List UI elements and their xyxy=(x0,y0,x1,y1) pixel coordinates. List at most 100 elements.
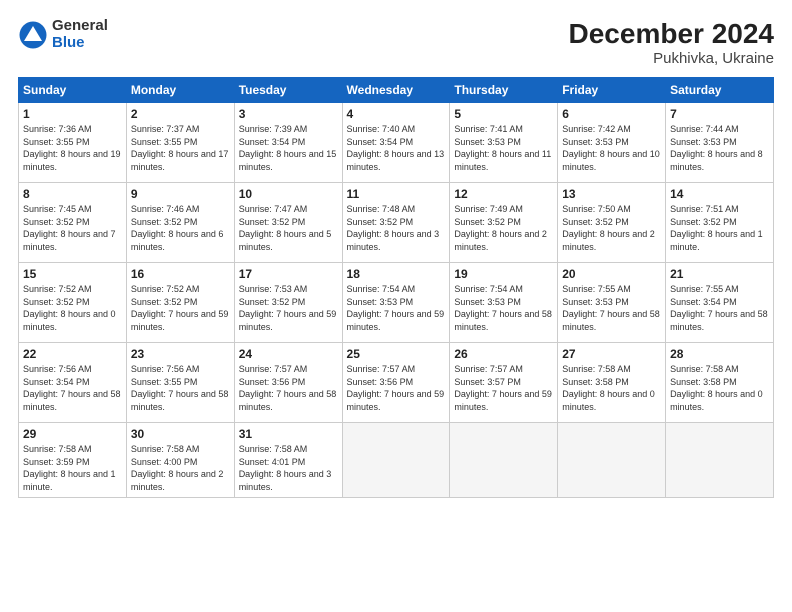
col-wednesday: Wednesday xyxy=(342,78,450,103)
day-info: Sunrise: 7:46 AM Sunset: 3:52 PM Dayligh… xyxy=(131,203,230,253)
calendar-cell: 25 Sunrise: 7:57 AM Sunset: 3:56 PM Dayl… xyxy=(342,343,450,423)
calendar-cell: 15 Sunrise: 7:52 AM Sunset: 3:52 PM Dayl… xyxy=(19,263,127,343)
title-block: December 2024 Pukhivka, Ukraine xyxy=(569,18,774,67)
day-number: 9 xyxy=(131,187,230,201)
day-number: 4 xyxy=(347,107,446,121)
calendar-cell: 8 Sunrise: 7:45 AM Sunset: 3:52 PM Dayli… xyxy=(19,183,127,263)
calendar-cell: 18 Sunrise: 7:54 AM Sunset: 3:53 PM Dayl… xyxy=(342,263,450,343)
col-monday: Monday xyxy=(126,78,234,103)
day-number: 1 xyxy=(23,107,122,121)
day-info: Sunrise: 7:54 AM Sunset: 3:53 PM Dayligh… xyxy=(454,283,553,333)
col-friday: Friday xyxy=(558,78,666,103)
day-number: 2 xyxy=(131,107,230,121)
calendar-cell: 29 Sunrise: 7:58 AM Sunset: 3:59 PM Dayl… xyxy=(19,423,127,498)
calendar-cell: 12 Sunrise: 7:49 AM Sunset: 3:52 PM Dayl… xyxy=(450,183,558,263)
day-number: 26 xyxy=(454,347,553,361)
day-number: 20 xyxy=(562,267,661,281)
day-number: 30 xyxy=(131,427,230,441)
day-info: Sunrise: 7:58 AM Sunset: 3:58 PM Dayligh… xyxy=(562,363,661,413)
calendar-cell: 10 Sunrise: 7:47 AM Sunset: 3:52 PM Dayl… xyxy=(234,183,342,263)
day-info: Sunrise: 7:40 AM Sunset: 3:54 PM Dayligh… xyxy=(347,123,446,173)
day-info: Sunrise: 7:42 AM Sunset: 3:53 PM Dayligh… xyxy=(562,123,661,173)
day-number: 19 xyxy=(454,267,553,281)
day-number: 22 xyxy=(23,347,122,361)
calendar-cell: 2 Sunrise: 7:37 AM Sunset: 3:55 PM Dayli… xyxy=(126,103,234,183)
day-info: Sunrise: 7:52 AM Sunset: 3:52 PM Dayligh… xyxy=(131,283,230,333)
day-info: Sunrise: 7:58 AM Sunset: 4:00 PM Dayligh… xyxy=(131,443,230,493)
calendar-subtitle: Pukhivka, Ukraine xyxy=(569,50,774,67)
day-info: Sunrise: 7:36 AM Sunset: 3:55 PM Dayligh… xyxy=(23,123,122,173)
day-info: Sunrise: 7:45 AM Sunset: 3:52 PM Dayligh… xyxy=(23,203,122,253)
calendar-cell xyxy=(342,423,450,498)
day-info: Sunrise: 7:57 AM Sunset: 3:56 PM Dayligh… xyxy=(239,363,338,413)
day-info: Sunrise: 7:54 AM Sunset: 3:53 PM Dayligh… xyxy=(347,283,446,333)
day-number: 14 xyxy=(670,187,769,201)
day-info: Sunrise: 7:44 AM Sunset: 3:53 PM Dayligh… xyxy=(670,123,769,173)
logo-icon xyxy=(18,20,48,50)
day-number: 12 xyxy=(454,187,553,201)
calendar-cell: 27 Sunrise: 7:58 AM Sunset: 3:58 PM Dayl… xyxy=(558,343,666,423)
day-info: Sunrise: 7:56 AM Sunset: 3:55 PM Dayligh… xyxy=(131,363,230,413)
calendar-cell: 6 Sunrise: 7:42 AM Sunset: 3:53 PM Dayli… xyxy=(558,103,666,183)
day-info: Sunrise: 7:58 AM Sunset: 3:58 PM Dayligh… xyxy=(670,363,769,413)
day-number: 5 xyxy=(454,107,553,121)
calendar-cell: 11 Sunrise: 7:48 AM Sunset: 3:52 PM Dayl… xyxy=(342,183,450,263)
calendar-cell: 9 Sunrise: 7:46 AM Sunset: 3:52 PM Dayli… xyxy=(126,183,234,263)
day-number: 13 xyxy=(562,187,661,201)
col-saturday: Saturday xyxy=(666,78,774,103)
day-info: Sunrise: 7:55 AM Sunset: 3:54 PM Dayligh… xyxy=(670,283,769,333)
day-number: 8 xyxy=(23,187,122,201)
page: General Blue December 2024 Pukhivka, Ukr… xyxy=(0,0,792,612)
calendar-cell: 26 Sunrise: 7:57 AM Sunset: 3:57 PM Dayl… xyxy=(450,343,558,423)
calendar-cell: 31 Sunrise: 7:58 AM Sunset: 4:01 PM Dayl… xyxy=(234,423,342,498)
day-number: 18 xyxy=(347,267,446,281)
day-number: 31 xyxy=(239,427,338,441)
col-sunday: Sunday xyxy=(19,78,127,103)
calendar-cell: 28 Sunrise: 7:58 AM Sunset: 3:58 PM Dayl… xyxy=(666,343,774,423)
day-number: 11 xyxy=(347,187,446,201)
day-info: Sunrise: 7:37 AM Sunset: 3:55 PM Dayligh… xyxy=(131,123,230,173)
logo-general: General xyxy=(52,18,108,35)
calendar-cell: 4 Sunrise: 7:40 AM Sunset: 3:54 PM Dayli… xyxy=(342,103,450,183)
calendar-cell xyxy=(558,423,666,498)
calendar-cell: 30 Sunrise: 7:58 AM Sunset: 4:00 PM Dayl… xyxy=(126,423,234,498)
day-number: 24 xyxy=(239,347,338,361)
calendar-cell: 23 Sunrise: 7:56 AM Sunset: 3:55 PM Dayl… xyxy=(126,343,234,423)
day-number: 23 xyxy=(131,347,230,361)
day-info: Sunrise: 7:53 AM Sunset: 3:52 PM Dayligh… xyxy=(239,283,338,333)
calendar-cell: 21 Sunrise: 7:55 AM Sunset: 3:54 PM Dayl… xyxy=(666,263,774,343)
col-thursday: Thursday xyxy=(450,78,558,103)
day-number: 29 xyxy=(23,427,122,441)
day-number: 6 xyxy=(562,107,661,121)
calendar-table: Sunday Monday Tuesday Wednesday Thursday… xyxy=(18,77,774,498)
calendar-cell: 17 Sunrise: 7:53 AM Sunset: 3:52 PM Dayl… xyxy=(234,263,342,343)
day-number: 27 xyxy=(562,347,661,361)
logo-blue: Blue xyxy=(52,35,108,52)
day-number: 15 xyxy=(23,267,122,281)
day-info: Sunrise: 7:39 AM Sunset: 3:54 PM Dayligh… xyxy=(239,123,338,173)
logo: General Blue xyxy=(18,18,108,51)
day-info: Sunrise: 7:49 AM Sunset: 3:52 PM Dayligh… xyxy=(454,203,553,253)
calendar-cell: 16 Sunrise: 7:52 AM Sunset: 3:52 PM Dayl… xyxy=(126,263,234,343)
day-info: Sunrise: 7:48 AM Sunset: 3:52 PM Dayligh… xyxy=(347,203,446,253)
day-info: Sunrise: 7:57 AM Sunset: 3:56 PM Dayligh… xyxy=(347,363,446,413)
calendar-cell: 14 Sunrise: 7:51 AM Sunset: 3:52 PM Dayl… xyxy=(666,183,774,263)
header: General Blue December 2024 Pukhivka, Ukr… xyxy=(18,18,774,67)
day-number: 21 xyxy=(670,267,769,281)
day-info: Sunrise: 7:58 AM Sunset: 4:01 PM Dayligh… xyxy=(239,443,338,493)
day-info: Sunrise: 7:47 AM Sunset: 3:52 PM Dayligh… xyxy=(239,203,338,253)
col-tuesday: Tuesday xyxy=(234,78,342,103)
day-info: Sunrise: 7:50 AM Sunset: 3:52 PM Dayligh… xyxy=(562,203,661,253)
day-info: Sunrise: 7:41 AM Sunset: 3:53 PM Dayligh… xyxy=(454,123,553,173)
calendar-cell: 22 Sunrise: 7:56 AM Sunset: 3:54 PM Dayl… xyxy=(19,343,127,423)
calendar-cell: 3 Sunrise: 7:39 AM Sunset: 3:54 PM Dayli… xyxy=(234,103,342,183)
calendar-cell: 1 Sunrise: 7:36 AM Sunset: 3:55 PM Dayli… xyxy=(19,103,127,183)
day-number: 3 xyxy=(239,107,338,121)
day-info: Sunrise: 7:57 AM Sunset: 3:57 PM Dayligh… xyxy=(454,363,553,413)
calendar-cell: 13 Sunrise: 7:50 AM Sunset: 3:52 PM Dayl… xyxy=(558,183,666,263)
day-number: 16 xyxy=(131,267,230,281)
calendar-cell: 20 Sunrise: 7:55 AM Sunset: 3:53 PM Dayl… xyxy=(558,263,666,343)
calendar-title: December 2024 xyxy=(569,18,774,50)
day-info: Sunrise: 7:55 AM Sunset: 3:53 PM Dayligh… xyxy=(562,283,661,333)
calendar-cell: 24 Sunrise: 7:57 AM Sunset: 3:56 PM Dayl… xyxy=(234,343,342,423)
